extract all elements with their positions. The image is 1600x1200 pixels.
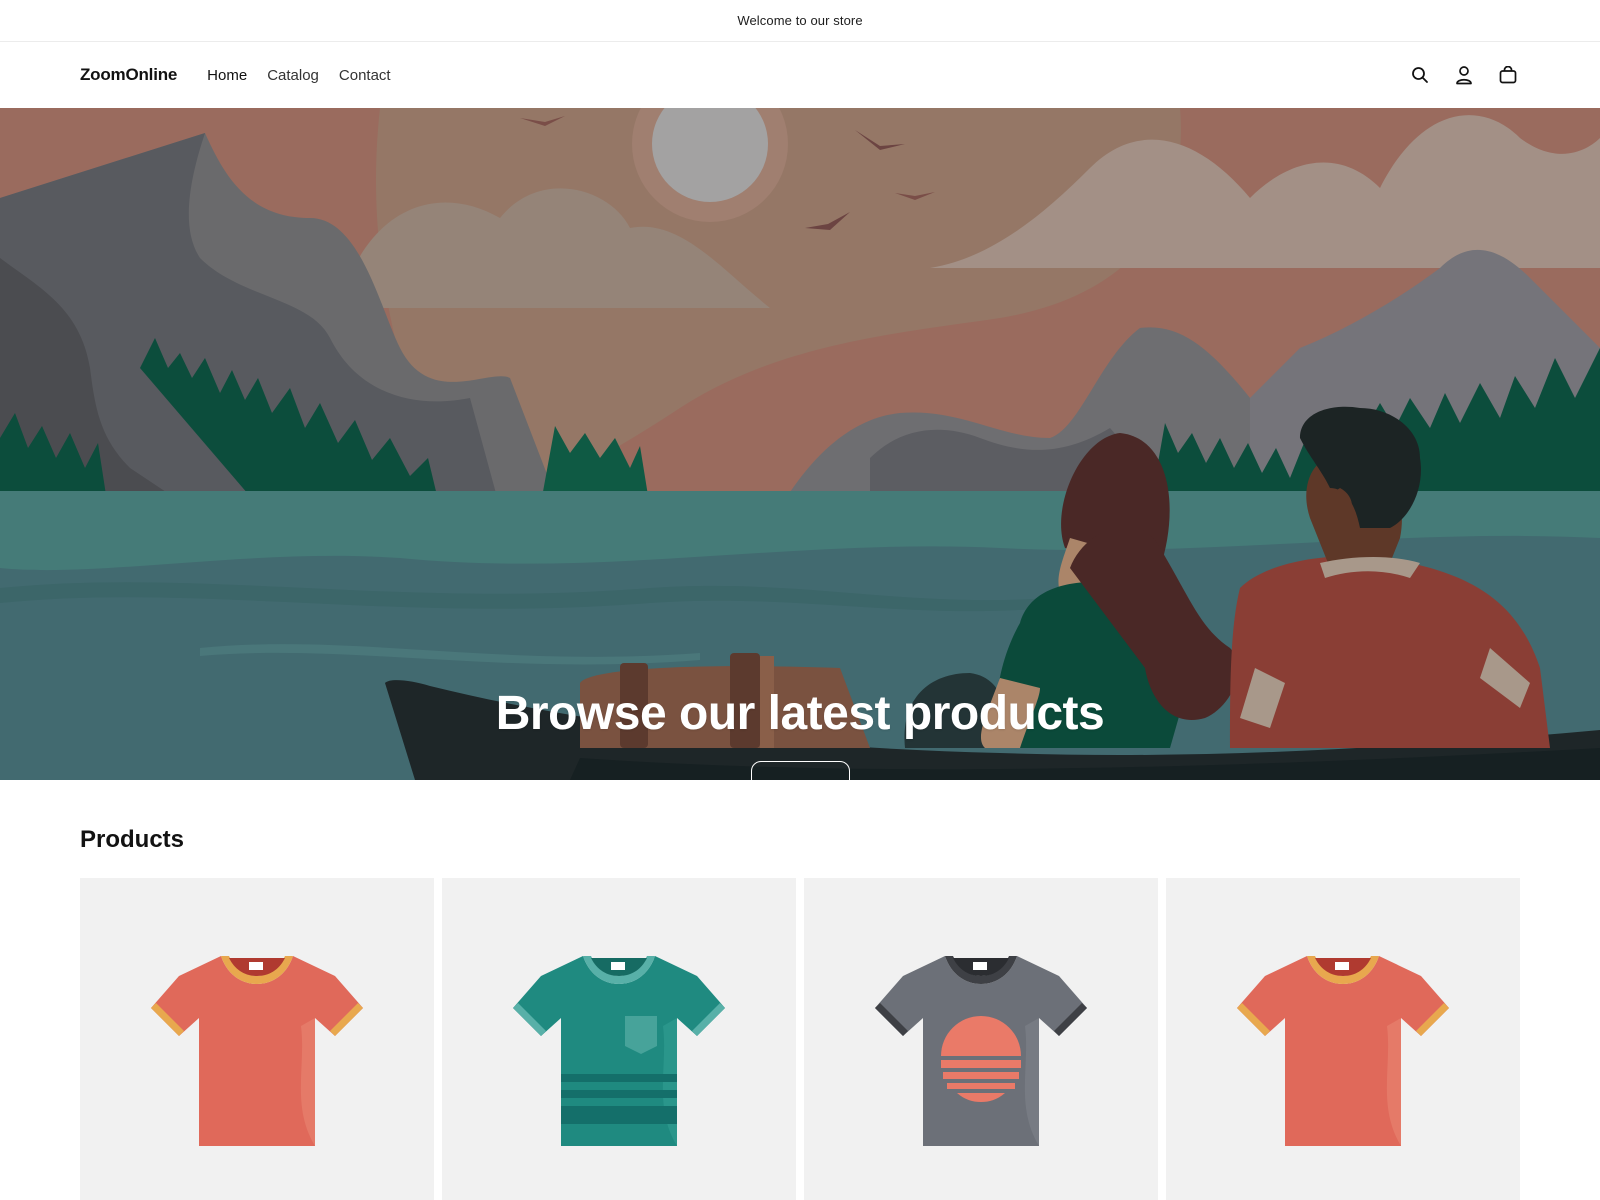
tshirt-orange-icon <box>1237 956 1449 1146</box>
product-card[interactable] <box>442 878 796 1200</box>
hero-content: Browse our latest products Shop all <box>0 686 1600 780</box>
nav-home[interactable]: Home <box>197 61 257 90</box>
site-header: ZoomOnline Home Catalog Contact <box>0 42 1600 108</box>
product-card[interactable] <box>80 878 434 1200</box>
product-card[interactable] <box>804 878 1158 1200</box>
tshirt-orange-icon <box>151 956 363 1146</box>
product-card[interactable] <box>1166 878 1520 1200</box>
account-icon[interactable] <box>1452 63 1476 87</box>
products-section: Products <box>0 826 1600 1200</box>
announcement-text: Welcome to our store <box>737 13 863 28</box>
tshirt-grey-icon <box>875 956 1087 1146</box>
header-icons <box>1408 42 1520 108</box>
hero-illustration <box>0 108 1600 780</box>
hero-title: Browse our latest products <box>495 687 1105 740</box>
products-heading: Products <box>80 826 185 853</box>
main-nav: Home Catalog Contact <box>197 61 400 90</box>
announcement-bar: Welcome to our store <box>0 0 1600 42</box>
shop-all-button[interactable]: Shop all <box>750 761 850 780</box>
cart-icon[interactable] <box>1496 63 1520 87</box>
tshirt-teal-icon <box>513 956 725 1146</box>
nav-catalog[interactable]: Catalog <box>257 61 329 90</box>
hero-banner: Browse our latest products Shop all <box>0 108 1600 780</box>
nav-contact[interactable]: Contact <box>329 61 401 90</box>
product-grid <box>80 878 1520 1200</box>
search-icon[interactable] <box>1408 63 1432 87</box>
store-logo[interactable]: ZoomOnline <box>80 65 177 85</box>
